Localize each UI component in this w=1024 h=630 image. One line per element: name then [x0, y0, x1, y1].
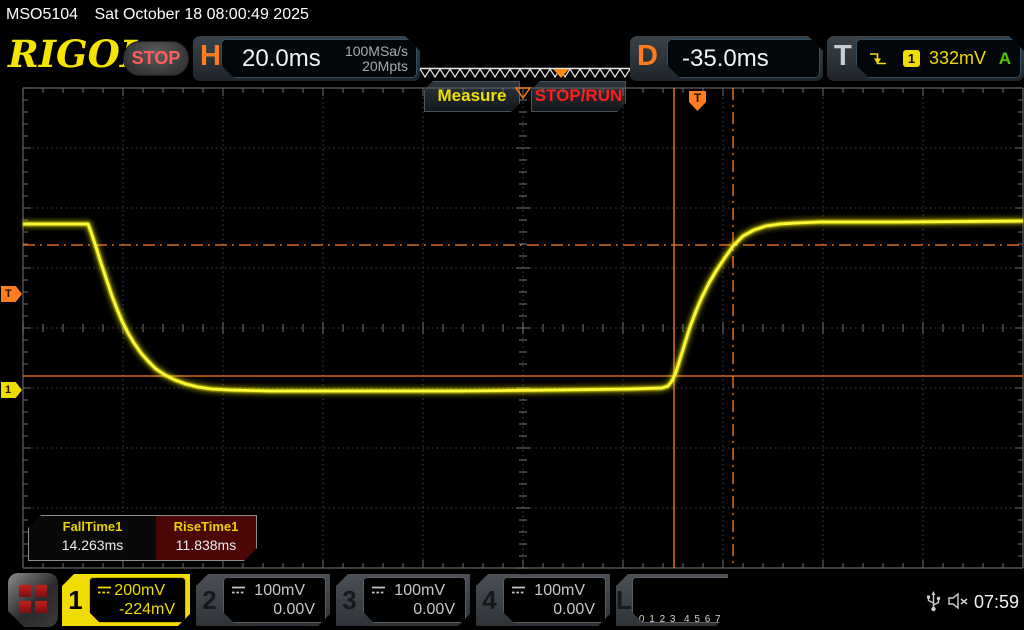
model-name: MSO5104 [6, 6, 78, 24]
usb-icon [926, 591, 941, 613]
dc-coupling-icon [97, 585, 112, 596]
logic-label: L [616, 574, 632, 626]
system-datetime: Sat October 18 08:00:49 2025 [95, 6, 309, 24]
status-bar: MSO5104 Sat October 18 08:00:49 2025 [0, 0, 1024, 30]
measurement-risetime[interactable]: RiseTime1 11.838ms [156, 516, 256, 560]
dc-coupling-icon [371, 585, 386, 596]
trigger-label: T [834, 40, 852, 73]
channel-offset: 0.00V [371, 601, 455, 622]
speaker-muted-icon [947, 591, 971, 611]
delay-value: -35.0ms [682, 45, 769, 73]
menu-grid-icon [19, 585, 47, 613]
delay-panel[interactable]: D -35.0ms [630, 36, 823, 81]
channel-scale: 100mV [394, 582, 445, 600]
sample-rate: 100MSa/s [345, 43, 408, 59]
horizontal-readout: 20.0ms 100MSa/s 20Mpts [221, 39, 417, 78]
channel-readout: 100mV 0.00V [223, 577, 326, 623]
trigger-level-value: 332mV [929, 48, 986, 69]
oscilloscope-screen: MSO5104 Sat October 18 08:00:49 2025 RIG… [0, 0, 1024, 630]
channel-offset: -224mV [97, 601, 175, 622]
channel-readout: 100mV 0.00V [503, 577, 606, 623]
measurement-label: RiseTime1 [156, 519, 256, 534]
channel-2-label[interactable]: 2 100mV 0.00V [196, 574, 330, 626]
trigger-mode: A [999, 49, 1011, 69]
channel-readout: 200mV -224mV [89, 577, 186, 623]
dc-coupling-icon [511, 585, 526, 596]
channel-offset: 0.00V [231, 601, 315, 622]
logic-channels-label[interactable]: L 0 1 2 3 4 5 6 7 8 9 10 11 12 13 14 15 [616, 574, 728, 626]
logic-row-1: 0 1 2 3 4 5 6 7 [639, 613, 757, 627]
channel-number: 4 [476, 574, 503, 626]
measurement-label: FallTime1 [29, 519, 156, 534]
logic-channel-list: 0 1 2 3 4 5 6 7 8 9 10 11 12 13 14 15 [632, 577, 760, 623]
measurement-value: 11.838ms [156, 537, 256, 553]
channel-offset: 0.00V [511, 601, 595, 622]
measurement-falltime[interactable]: FallTime1 14.263ms [29, 516, 156, 560]
channel-scale: 100mV [534, 582, 585, 600]
measurement-value: 14.263ms [29, 537, 156, 553]
channel-1-label[interactable]: 1 200mV -224mV [62, 574, 190, 626]
channel-bar: 1 200mV -224mV 2 [0, 572, 1024, 630]
channel-3-label[interactable]: 3 100mV 0.00V [336, 574, 470, 626]
waveform-display: T T 1 FallTime1 14.263ms RiseTime1 11.83… [0, 85, 1024, 572]
memory-depth: 20Mpts [362, 58, 408, 74]
acquisition-rates: 100MSa/s 20Mpts [345, 44, 408, 74]
channel-scale: 200mV [114, 582, 165, 600]
trigger-source-badge: 1 [903, 50, 920, 67]
timebase-value: 20.0ms [242, 45, 321, 73]
delay-label: D [637, 40, 658, 73]
channel-scale: 100mV [254, 582, 305, 600]
trigger-panel[interactable]: T 1 332mV A [827, 36, 1024, 81]
channel-number: 1 [62, 574, 89, 626]
channel-number: 2 [196, 574, 223, 626]
header-bar: RIGOL STOP H 20.0ms 100MSa/s 20Mpts Meas… [0, 30, 1024, 85]
horizontal-panel[interactable]: H 20.0ms 100MSa/s 20Mpts [193, 36, 420, 81]
delay-readout: -35.0ms [667, 39, 820, 78]
falling-edge-icon [869, 51, 888, 67]
run-state-badge: STOP [123, 41, 189, 76]
trigger-readout: 1 332mV A [856, 39, 1021, 78]
channel-4-label[interactable]: 4 100mV 0.00V [476, 574, 610, 626]
clock: 07:59 [974, 592, 1019, 613]
channel-readout: 100mV 0.00V [363, 577, 466, 623]
channel-number: 3 [336, 574, 363, 626]
memory-position-strip[interactable] [418, 67, 633, 81]
dc-coupling-icon [231, 585, 246, 596]
menu-button[interactable] [8, 573, 58, 627]
measurement-results-panel[interactable]: FallTime1 14.263ms RiseTime1 11.838ms [28, 515, 257, 561]
horizontal-label: H [200, 40, 221, 73]
graticule-and-trace [0, 85, 1024, 572]
